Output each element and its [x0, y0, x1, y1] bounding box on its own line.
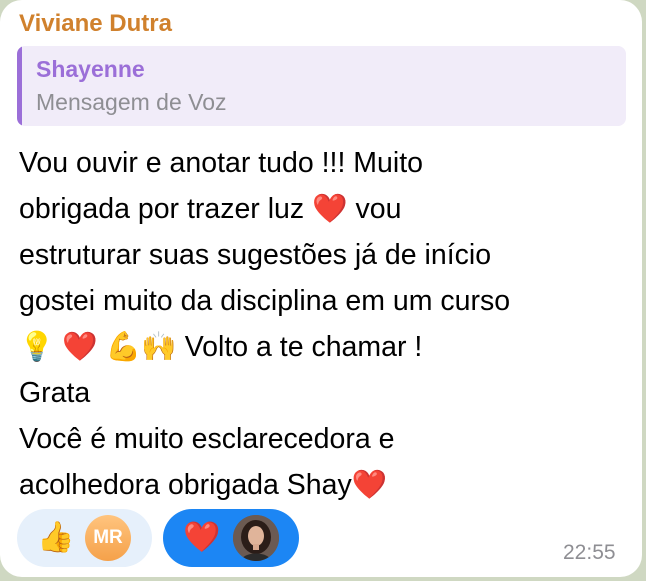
thumbs-up-icon: 👍 [37, 521, 75, 554]
reply-author: Shayenne [36, 56, 145, 82]
message-text: Vou ouvir e anotar tudo !!! Muito obriga… [19, 140, 629, 508]
message-line: Grata [19, 377, 91, 409]
reaction-heart[interactable]: ❤️ [163, 509, 299, 567]
message-line: Vou ouvir e anotar tudo !!! Muito [19, 147, 423, 179]
sender-name[interactable]: Viviane Dutra [19, 10, 172, 38]
avatar: MR [85, 515, 131, 561]
message-line: 💡 ❤️ 💪🙌 Volto a te chamar ! [19, 331, 423, 363]
message-line: obrigada por trazer luz ❤️ vou [19, 193, 402, 225]
user-photo-icon [233, 515, 279, 561]
message-bubble[interactable]: Viviane Dutra Shayenne Mensagem de Voz V… [0, 0, 642, 577]
message-line: acolhedora obrigada Shay❤️ [19, 469, 388, 501]
reply-accent-bar [17, 46, 22, 126]
message-line: Você é muito esclarecedora e [19, 423, 395, 455]
message-time: 22:55 [563, 541, 616, 564]
message-line: estruturar suas sugestões já de início [19, 239, 492, 271]
avatar [233, 515, 279, 561]
reaction-thumbs-up[interactable]: 👍 MR [17, 509, 152, 567]
reply-snippet: Mensagem de Voz [36, 89, 227, 115]
heart-icon: ❤️ [183, 521, 221, 554]
reply-preview[interactable]: Shayenne Mensagem de Voz [17, 46, 626, 126]
message-line: gostei muito da disciplina em um curso [19, 285, 511, 317]
